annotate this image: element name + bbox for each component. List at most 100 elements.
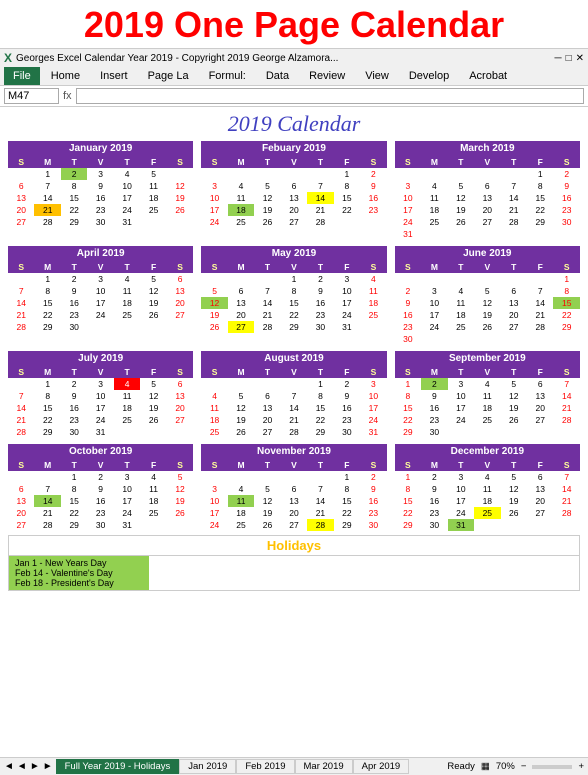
day-cell: 20 (474, 204, 500, 216)
day-cell: 11 (114, 390, 140, 402)
day-cell: 25 (421, 216, 447, 228)
day-cell: 24 (87, 414, 113, 426)
nav-prev-icon[interactable]: ◄ (4, 761, 14, 772)
day-cell: 5 (140, 168, 166, 180)
day-cell (360, 216, 387, 228)
nav-next-icon[interactable]: ► (43, 761, 53, 772)
window-controls[interactable]: ─ □ ✕ (554, 53, 584, 64)
sheet-tab-mar-2019[interactable]: Mar 2019 (295, 759, 353, 774)
ribbon-tab-develop[interactable]: Develop (400, 67, 458, 85)
day-cell: 19 (167, 495, 194, 507)
day-cell (307, 168, 333, 180)
day-cell (167, 426, 194, 438)
day-cell: 14 (501, 192, 527, 204)
day-cell: 31 (395, 228, 421, 240)
day-cell (228, 168, 254, 180)
day-cell: 26 (201, 321, 227, 333)
day-cell: 30 (553, 216, 580, 228)
day-cell: 12 (474, 297, 500, 309)
sheet-tab-full-year-2019---holidays[interactable]: Full Year 2019 - Holidays (56, 759, 180, 774)
day-cell: 8 (307, 390, 333, 402)
formula-bar: fx (0, 86, 588, 107)
day-cell: 18 (448, 309, 474, 321)
ribbon-tab-page-la[interactable]: Page La (139, 67, 198, 85)
nav-left-icon[interactable]: ◄ (17, 761, 27, 772)
day-cell: 13 (527, 483, 553, 495)
ribbon-tab-formul:[interactable]: Formul: (200, 67, 255, 85)
day-cell: 10 (114, 483, 140, 495)
day-cell: 5 (474, 285, 500, 297)
day-cell: 11 (228, 495, 254, 507)
day-cell: 24 (334, 309, 360, 321)
month-header-8: August 2019 (201, 351, 386, 366)
day-cell: 7 (8, 285, 34, 297)
day-cell: 3 (201, 180, 227, 192)
ribbon-tab-insert[interactable]: Insert (91, 67, 137, 85)
day-cell: 31 (114, 519, 140, 531)
day-cell: 26 (254, 519, 280, 531)
day-cell: 2 (553, 168, 580, 180)
day-cell: 18 (228, 507, 254, 519)
day-cell: 28 (34, 216, 60, 228)
day-cell: 12 (167, 180, 194, 192)
day-cell: 29 (34, 426, 60, 438)
day-cell: 2 (334, 378, 360, 390)
minimize-icon[interactable]: ─ (554, 53, 561, 64)
ribbon-tab-acrobat[interactable]: Acrobat (460, 67, 516, 85)
day-cell: 16 (421, 495, 447, 507)
sheet-tab-apr-2019[interactable]: Apr 2019 (353, 759, 410, 774)
month-table-7: SMTVTFS123456789101112131415161718192021… (8, 366, 193, 438)
day-cell (395, 273, 421, 285)
day-cell: 27 (167, 309, 194, 321)
day-cell (254, 273, 280, 285)
month-block-2: Febuary 2019SMTVTFS123456789101112131415… (201, 141, 386, 240)
day-cell: 27 (527, 414, 553, 426)
day-cell: 10 (87, 285, 113, 297)
day-cell: 3 (87, 168, 113, 180)
day-cell (501, 333, 527, 345)
day-cell: 12 (167, 483, 194, 495)
sheet-tab-feb-2019[interactable]: Feb 2019 (236, 759, 294, 774)
day-cell: 17 (114, 495, 140, 507)
day-cell: 15 (281, 297, 307, 309)
day-cell: 3 (87, 273, 113, 285)
day-cell: 24 (87, 309, 113, 321)
day-cell: 6 (228, 285, 254, 297)
zoom-slider[interactable] (532, 765, 572, 769)
nav-right-icon[interactable]: ► (30, 761, 40, 772)
ribbon-tab-view[interactable]: View (356, 67, 398, 85)
day-cell: 26 (167, 507, 194, 519)
maximize-icon[interactable]: □ (566, 53, 572, 64)
close-icon[interactable]: ✕ (576, 53, 584, 64)
day-cell (501, 273, 527, 285)
day-cell (448, 333, 474, 345)
zoom-in-icon[interactable]: + (578, 761, 584, 772)
zoom-out-icon[interactable]: − (521, 761, 527, 772)
cell-reference[interactable] (4, 88, 59, 104)
day-cell: 2 (87, 471, 113, 483)
day-cell: 11 (474, 483, 500, 495)
day-cell: 16 (61, 297, 87, 309)
ribbon-tab-review[interactable]: Review (300, 67, 354, 85)
day-cell: 1 (34, 378, 60, 390)
day-cell: 1 (395, 378, 421, 390)
day-cell: 9 (395, 297, 421, 309)
day-cell: 11 (114, 285, 140, 297)
formula-input[interactable] (76, 88, 584, 104)
ribbon-tab-file[interactable]: File (4, 67, 40, 85)
ribbon-tab-data[interactable]: Data (257, 67, 298, 85)
holiday-list: Jan 1 - New Years DayFeb 14 - Valentine'… (9, 556, 149, 590)
month-block-3: March 2019SMTVTFS12345678910111213141516… (395, 141, 580, 240)
day-cell: 29 (395, 426, 421, 438)
day-cell: 8 (527, 180, 553, 192)
ribbon-tab-home[interactable]: Home (42, 67, 89, 85)
sheet-tab-jan-2019[interactable]: Jan 2019 (179, 759, 236, 774)
day-cell: 8 (334, 180, 360, 192)
day-cell: 27 (501, 321, 527, 333)
month-header-4: April 2019 (8, 246, 193, 261)
month-block-10: October 2019SMTVTFS123456789101112131415… (8, 444, 193, 531)
day-cell: 27 (254, 426, 280, 438)
day-cell: 22 (34, 414, 60, 426)
day-cell: 1 (553, 273, 580, 285)
day-cell: 31 (114, 216, 140, 228)
